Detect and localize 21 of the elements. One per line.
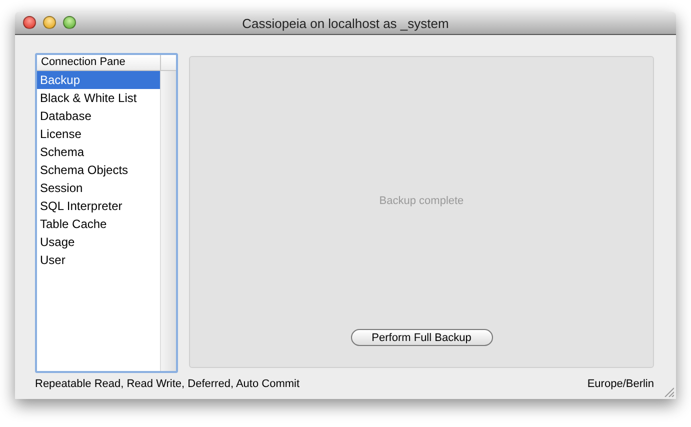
zoom-icon[interactable] [63, 16, 76, 29]
minimize-icon[interactable] [43, 16, 56, 29]
close-icon[interactable] [23, 16, 36, 29]
list-item[interactable]: Session [37, 179, 160, 197]
timezone-text: Europe/Berlin [587, 378, 654, 390]
window-title: Cassiopeia on localhost as _system [242, 16, 449, 30]
status-message: Backup complete [379, 194, 464, 206]
list-item[interactable]: Schema Objects [37, 161, 160, 179]
list-item[interactable]: User [37, 251, 160, 269]
backup-button[interactable]: Perform Full Backup [350, 329, 492, 346]
list-item[interactable]: Schema [37, 143, 160, 161]
list-item[interactable]: Usage [37, 233, 160, 251]
list-item[interactable]: Table Cache [37, 215, 160, 233]
list-item[interactable]: Black & White List [37, 89, 160, 107]
scrollbar[interactable] [160, 71, 176, 371]
status-text: Repeatable Read, Read Write, Deferred, Auto Commit [35, 378, 300, 390]
list-item[interactable]: Database [37, 107, 160, 125]
resize-grip-icon[interactable] [664, 387, 674, 397]
list-item[interactable]: Backup [37, 71, 160, 89]
list-item[interactable]: License [37, 125, 160, 143]
list-item[interactable]: SQL Interpreter [37, 197, 160, 215]
